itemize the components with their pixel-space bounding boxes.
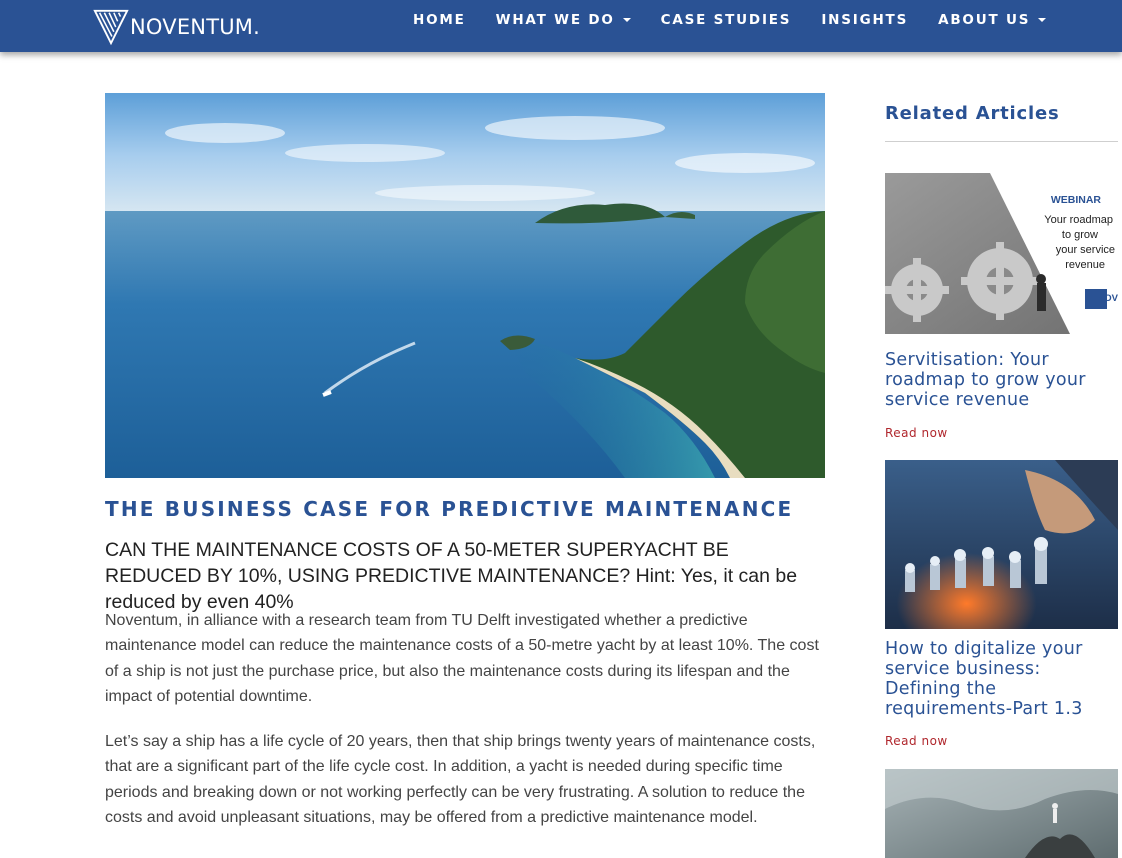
related-card-image[interactable] — [885, 769, 1118, 858]
nav-item-about-us[interactable]: ABOUT US — [923, 12, 1061, 28]
nav-item-label: ABOUT US — [938, 12, 1031, 28]
nav-item-case-studies[interactable]: CASE STUDIES — [646, 12, 807, 28]
related-articles-heading: Related Articles — [885, 103, 1060, 124]
top-navbar: NOVENTUM. HOME WHAT WE DO CASE STUDIES I… — [0, 0, 1122, 52]
noventum-logo-icon — [93, 9, 129, 46]
brand-logo[interactable]: NOVENTUM. — [92, 8, 260, 46]
image-text-line: Your roadmap — [1044, 214, 1113, 226]
image-text-line: your service — [1056, 244, 1115, 256]
article-title: THE BUSINESS CASE FOR PREDICTIVE MAINTEN… — [105, 497, 794, 521]
caret-down-icon — [622, 18, 631, 22]
nav-item-label: INSIGHTS — [821, 12, 909, 28]
image-logo-text: Hs — [1105, 313, 1118, 327]
caret-down-icon — [1038, 18, 1047, 22]
related-card-image[interactable] — [885, 460, 1118, 629]
divider — [885, 141, 1118, 142]
image-text-line: revenue — [1065, 259, 1105, 271]
article-hero-image — [105, 93, 825, 478]
related-card-title[interactable]: How to digitalize your service business:… — [885, 639, 1118, 719]
related-card-image[interactable]: WEBINAR Your roadmap to grow your servic… — [885, 173, 1118, 334]
nav-item-label: WHAT WE DO — [495, 12, 615, 28]
nav-item-label: CASE STUDIES — [660, 12, 792, 28]
webinar-badge-text: WEBINAR — [1051, 194, 1102, 206]
article-paragraph: Noventum, in alliance with a research te… — [105, 612, 819, 706]
nav-item-home[interactable]: HOME — [398, 12, 481, 28]
brand-name: NOVENTUM. — [130, 15, 261, 39]
article-paragraph: Let’s say a ship has a life cycle of 20 … — [105, 733, 816, 827]
article-subtitle: CAN THE MAINTENANCE COSTS OF A 50-METER … — [105, 539, 798, 613]
nav-item-insights[interactable]: INSIGHTS — [806, 12, 923, 28]
read-now-link[interactable]: Read now — [885, 734, 948, 748]
image-text-line: to grow — [1062, 229, 1098, 241]
main-nav: HOME WHAT WE DO CASE STUDIES INSIGHTS AB… — [398, 12, 1061, 28]
image-logo-text: NOV — [1097, 293, 1118, 304]
nav-item-label: HOME — [413, 12, 466, 28]
nav-item-what-we-do[interactable]: WHAT WE DO — [481, 12, 646, 28]
read-now-link[interactable]: Read now — [885, 426, 948, 440]
related-card-title[interactable]: Servitisation: Your roadmap to grow your… — [885, 350, 1118, 410]
